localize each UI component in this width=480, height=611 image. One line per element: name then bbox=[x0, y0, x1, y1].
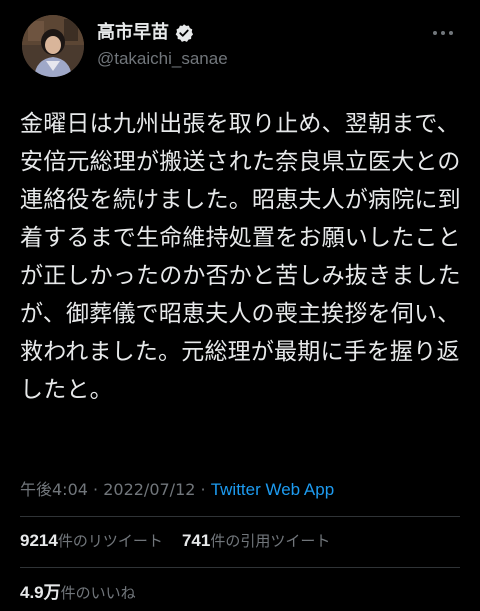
likes-count: 4.9万 bbox=[20, 583, 61, 602]
tweet-detail: 高市早苗 @takaichi_sanae 金曜日は九州出張を取り止め、翌朝まで、… bbox=[0, 0, 480, 611]
tweet-metadata: 午後4:04 · 2022/07/12 · Twitter Web App bbox=[20, 480, 334, 500]
retweet-stats-row: 9214件のリツイート 741件の引用ツイート bbox=[20, 531, 330, 551]
divider bbox=[20, 516, 460, 517]
tweet-time[interactable]: 午後4:04 bbox=[20, 480, 88, 499]
meta-separator-2: · bbox=[195, 480, 211, 499]
more-options-icon[interactable] bbox=[432, 24, 454, 36]
display-name-text: 高市早苗 bbox=[97, 22, 169, 43]
user-handle[interactable]: @takaichi_sanae bbox=[97, 49, 228, 69]
verified-badge-icon bbox=[174, 23, 194, 43]
divider bbox=[20, 567, 460, 568]
display-name[interactable]: 高市早苗 bbox=[97, 22, 194, 44]
quotes-count: 741 bbox=[181, 531, 211, 550]
avatar[interactable] bbox=[22, 15, 84, 77]
retweets-count: 9214 bbox=[20, 531, 58, 550]
likes-stats-row: 4.9万件のいいね bbox=[20, 583, 136, 603]
retweets-label: 件のリツイート bbox=[57, 532, 163, 550]
tweet-date[interactable]: 2022/07/12 bbox=[103, 480, 195, 499]
quotes-label: 件の引用ツイート bbox=[210, 532, 331, 550]
tweet-text: 金曜日は九州出張を取り止め、翌朝まで、安倍元総理が搬送された奈良県立医大との連絡… bbox=[20, 111, 461, 403]
tweet-source-link[interactable]: Twitter Web App bbox=[211, 480, 334, 499]
meta-separator: · bbox=[87, 480, 104, 499]
likes-stat[interactable]: 4.9万件のいいね bbox=[20, 583, 136, 603]
retweets-stat[interactable]: 9214件のリツイート bbox=[20, 531, 163, 551]
quotes-stat[interactable]: 741件の引用ツイート bbox=[182, 531, 330, 551]
likes-label: 件のいいね bbox=[60, 584, 136, 602]
